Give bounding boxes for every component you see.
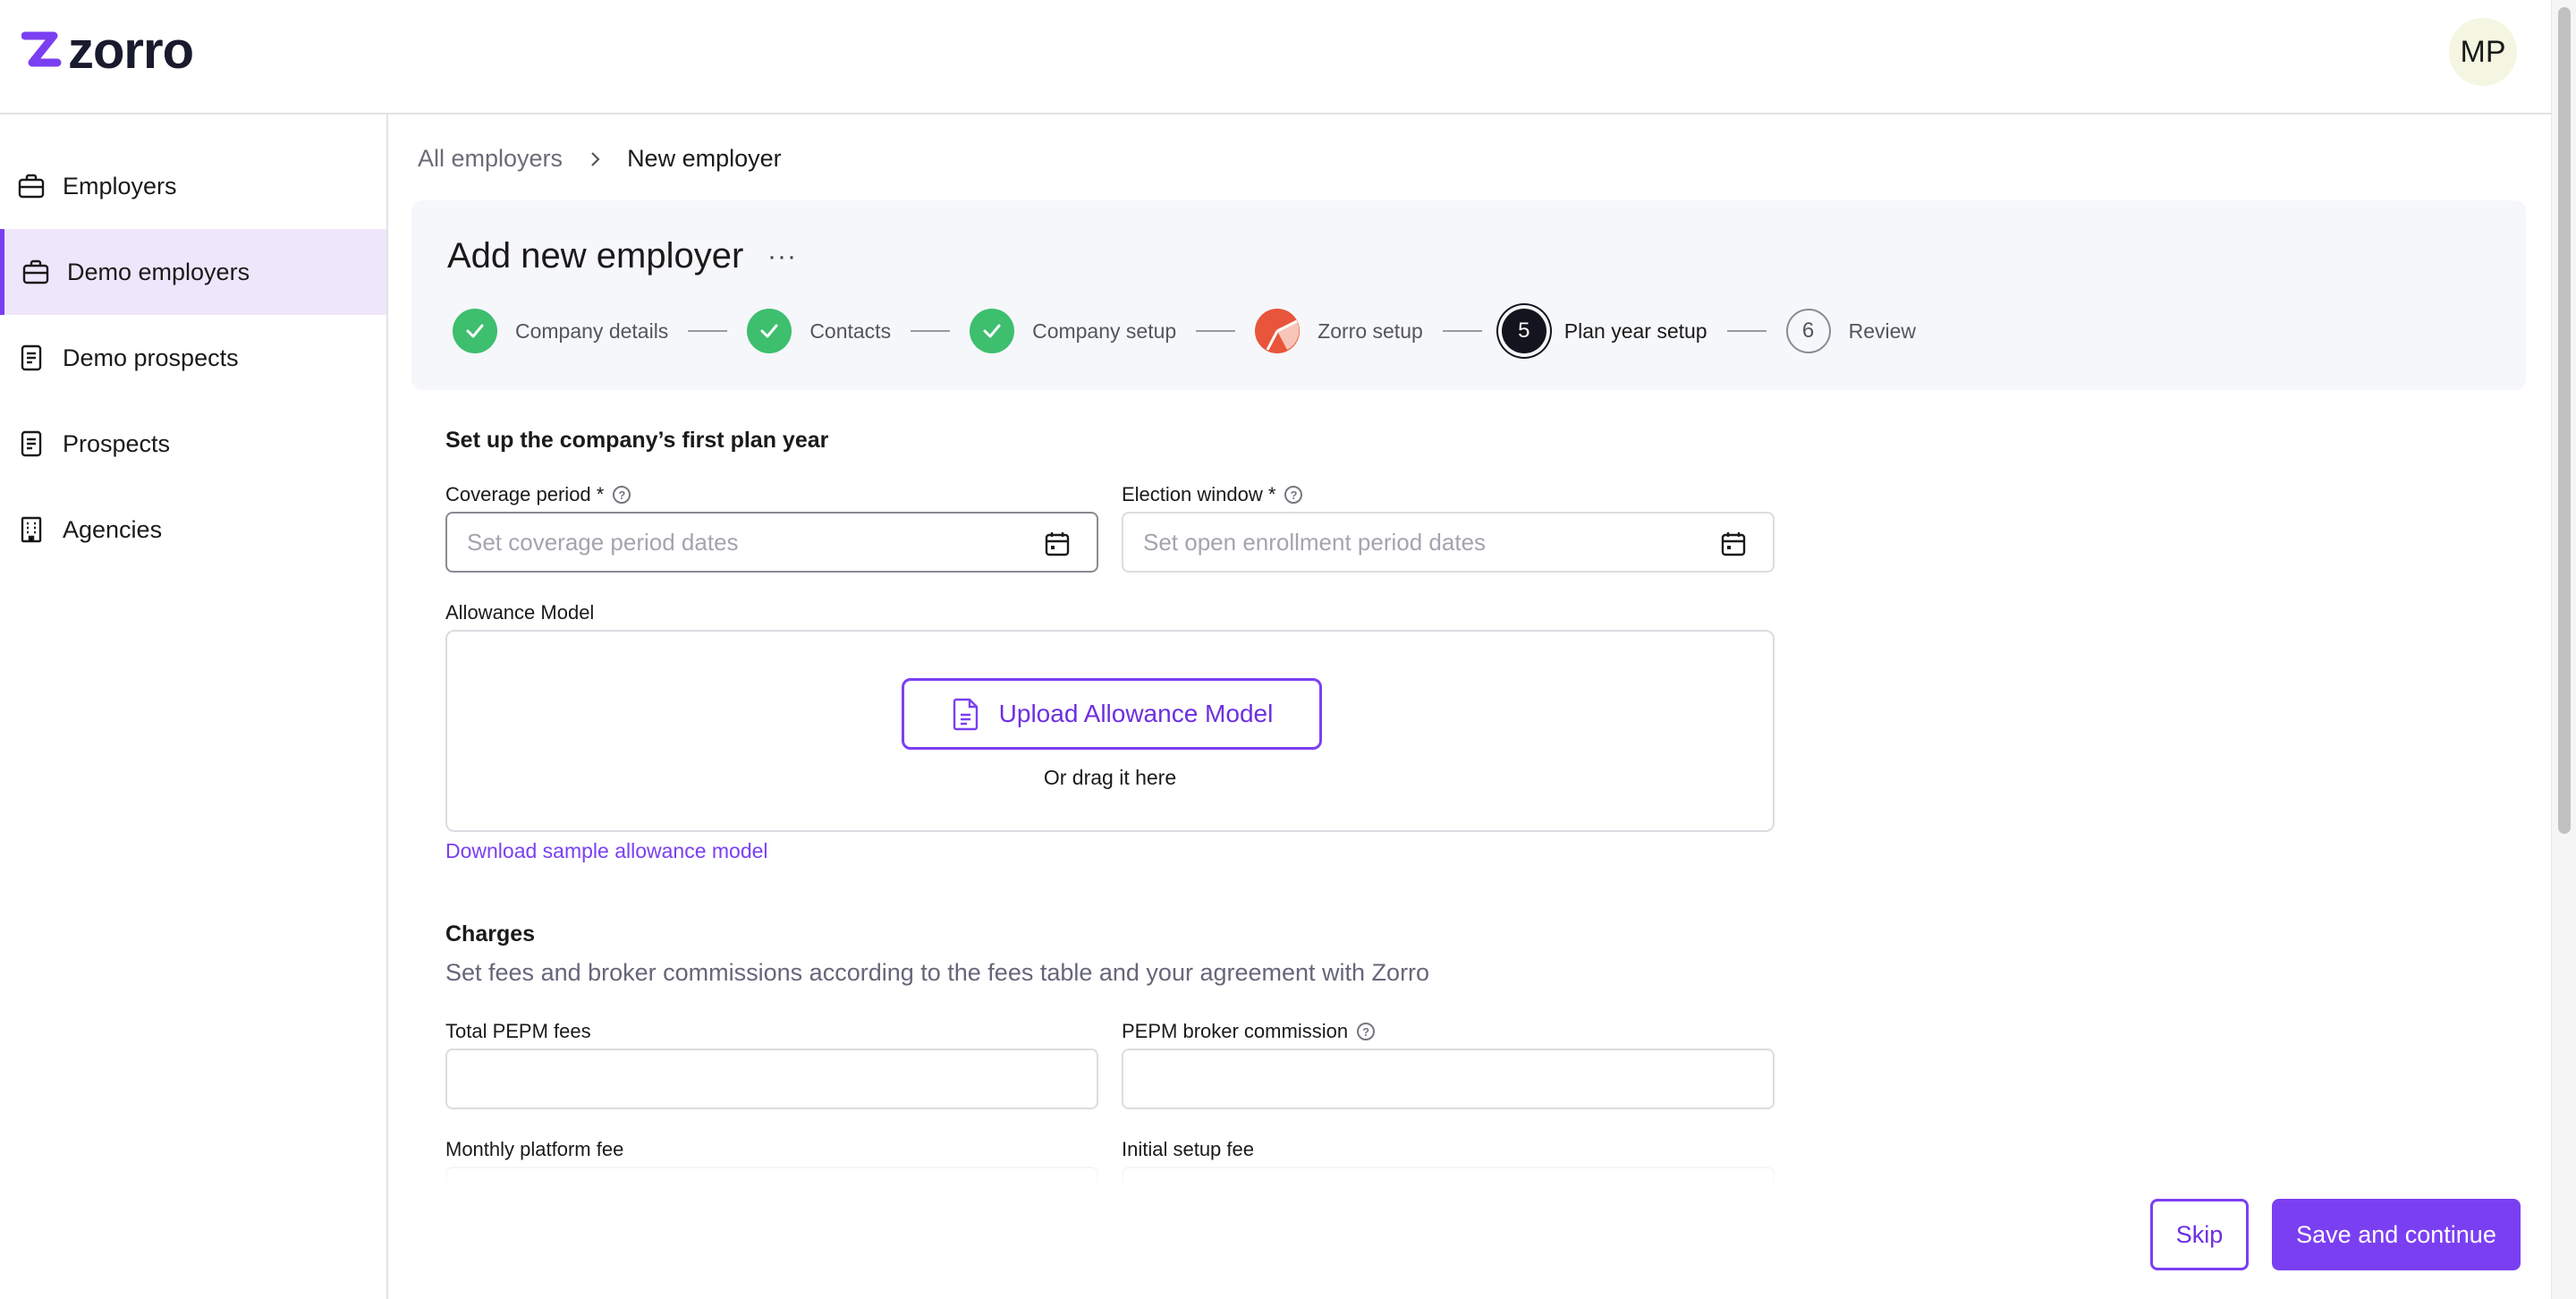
allowance-dropzone[interactable]: Upload Allowance Model Or drag it here xyxy=(445,630,1775,832)
logo-text: zorro xyxy=(68,21,194,80)
sidebar-item-demo-employers[interactable]: Demo employers xyxy=(0,229,386,315)
check-icon xyxy=(970,309,1015,353)
breadcrumb: All employers New employer xyxy=(418,145,782,173)
coverage-period-label: Coverage period * ? xyxy=(445,483,631,506)
initial-setup-fee-label: Initial setup fee xyxy=(1122,1138,1254,1161)
more-options-button[interactable]: ··· xyxy=(767,242,797,272)
sidebar-item-label: Demo employers xyxy=(67,258,250,285)
plan-year-section-title: Set up the company’s first plan year xyxy=(445,428,829,453)
top-bar: zorro MP xyxy=(0,0,2576,115)
step-connector xyxy=(1196,330,1236,332)
step-contacts[interactable]: Contacts xyxy=(747,309,891,353)
document-icon xyxy=(16,343,47,373)
step-number: 5 xyxy=(1501,309,1546,353)
step-connector xyxy=(1726,330,1767,332)
document-icon xyxy=(16,429,47,459)
total-pepm-input[interactable] xyxy=(445,1049,1098,1109)
breadcrumb-all-employers[interactable]: All employers xyxy=(418,145,563,173)
chevron-right-icon xyxy=(591,151,600,166)
download-sample-link[interactable]: Download sample allowance model xyxy=(445,839,768,863)
step-label: Review xyxy=(1848,318,1917,343)
scrollbar[interactable] xyxy=(2551,0,2576,1299)
broker-commission-input[interactable] xyxy=(1122,1049,1775,1109)
charges-subtitle: Set fees and broker commissions accordin… xyxy=(445,959,1430,986)
upload-allowance-button[interactable]: Upload Allowance Model xyxy=(902,678,1322,750)
charges-title: Charges xyxy=(445,921,536,947)
field-label-text: Monthly platform fee xyxy=(445,1138,624,1160)
sidebar-item-prospects[interactable]: Prospects xyxy=(0,401,386,487)
sidebar-item-label: Agencies xyxy=(63,515,163,543)
step-zorro-setup[interactable]: Zorro setup xyxy=(1255,309,1423,353)
check-icon xyxy=(453,309,497,353)
sidebar-item-label: Employers xyxy=(63,172,177,200)
step-plan-year-setup[interactable]: 5 Plan year setup xyxy=(1501,309,1707,353)
avatar[interactable]: MP xyxy=(2449,18,2517,86)
briefcase-icon xyxy=(21,257,51,287)
building-icon xyxy=(16,514,47,545)
step-label: Company details xyxy=(515,318,669,343)
step-label: Contacts xyxy=(809,318,892,343)
allowance-model-label: Allowance Model xyxy=(445,601,594,624)
coverage-period-placeholder: Set coverage period dates xyxy=(467,528,739,556)
step-number: 6 xyxy=(1785,309,1831,353)
sidebar-item-label: Prospects xyxy=(63,429,171,457)
file-icon xyxy=(953,698,978,731)
step-label: Company setup xyxy=(1032,318,1177,343)
sidebar-item-agencies[interactable]: Agencies xyxy=(0,487,386,573)
field-label-text: Election window * xyxy=(1122,483,1276,505)
sidebar-item-demo-prospects[interactable]: Demo prospects xyxy=(0,315,386,401)
broker-commission-label: PEPM broker commission ? xyxy=(1122,1020,1376,1043)
calendar-icon[interactable] xyxy=(1043,530,1072,558)
field-label-text: Allowance Model xyxy=(445,601,595,624)
field-label-text: PEPM broker commission xyxy=(1122,1020,1349,1042)
step-company-setup[interactable]: Company setup xyxy=(970,309,1176,353)
monthly-platform-fee-label: Monthly platform fee xyxy=(445,1138,623,1161)
step-connector xyxy=(1442,330,1482,332)
briefcase-icon xyxy=(16,171,47,201)
total-pepm-label: Total PEPM fees xyxy=(445,1020,591,1043)
help-icon[interactable]: ? xyxy=(1284,486,1303,504)
zorro-logo-icon xyxy=(21,31,62,67)
drag-hint: Or drag it here xyxy=(1043,766,1177,789)
header-card: Add new employer ··· Company details Con… xyxy=(411,200,2526,390)
coverage-period-input[interactable]: Set coverage period dates xyxy=(445,512,1098,573)
election-window-label: Election window * ? xyxy=(1122,483,1303,506)
check-icon xyxy=(747,309,792,353)
help-icon[interactable]: ? xyxy=(613,486,631,504)
sidebar-item-employers[interactable]: Employers xyxy=(0,143,386,229)
stepper: Company details Contacts Company setup Z… xyxy=(453,306,1916,356)
scrollbar-thumb[interactable] xyxy=(2558,7,2571,834)
step-review[interactable]: 6 Review xyxy=(1785,309,1917,353)
field-label-text: Initial setup fee xyxy=(1122,1138,1254,1160)
step-label: Plan year setup xyxy=(1563,318,1707,343)
step-label: Zorro setup xyxy=(1318,318,1423,343)
page-title: Add new employer xyxy=(447,236,744,276)
sidebar-item-label: Demo prospects xyxy=(63,344,239,371)
skip-button[interactable]: Skip xyxy=(2150,1199,2249,1270)
save-and-continue-button[interactable]: Save and continue xyxy=(2272,1199,2521,1270)
help-icon[interactable]: ? xyxy=(1357,1023,1376,1040)
upload-button-label: Upload Allowance Model xyxy=(998,700,1274,727)
calendar-icon[interactable] xyxy=(1719,530,1748,558)
sidebar: Employers Demo employers Demo prospects … xyxy=(0,115,388,1299)
election-window-input[interactable]: Set open enrollment period dates xyxy=(1122,512,1775,573)
field-label-text: Total PEPM fees xyxy=(445,1020,591,1042)
breadcrumb-current: New employer xyxy=(627,145,782,172)
field-label-text: Coverage period * xyxy=(445,483,605,505)
partial-progress-icon xyxy=(1255,309,1301,353)
zorro-logo[interactable]: zorro xyxy=(21,21,194,80)
election-window-placeholder: Set open enrollment period dates xyxy=(1143,528,1487,556)
step-connector xyxy=(688,330,728,332)
step-company-details[interactable]: Company details xyxy=(453,309,668,353)
step-connector xyxy=(911,330,951,332)
